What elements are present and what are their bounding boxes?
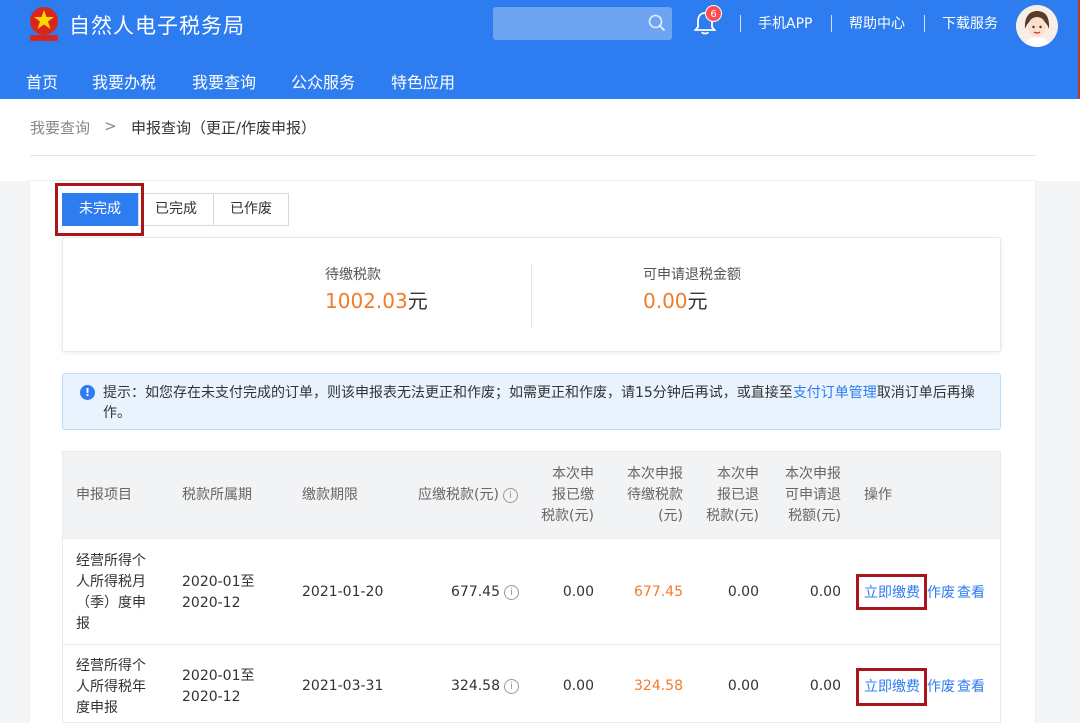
col-paid: 本次申 报已缴 税款(元) <box>541 466 594 524</box>
row-item: 经营所得个 人所得税年 度申报 <box>76 658 146 716</box>
col-refundable: 本次申报 可申请退 税额(元) <box>785 466 841 524</box>
row-deadline: 2021-01-20 <box>302 584 384 600</box>
info-icon[interactable]: i <box>502 488 518 503</box>
row-to-pay: 324.58 <box>634 678 683 694</box>
breadcrumb-parent[interactable]: 我要查询 <box>30 117 90 138</box>
col-deadline: 缴款期限 <box>302 487 358 503</box>
row-to-pay: 677.45 <box>634 584 683 600</box>
col-refunded: 本次申 报已退 税款(元) <box>706 466 759 524</box>
nav-special-apps[interactable]: 特色应用 <box>391 69 455 93</box>
highlight-box <box>856 574 927 610</box>
void-link[interactable]: 作废 <box>927 582 955 602</box>
breadcrumb: 我要查询 > 申报查询（更正/作废申报） <box>0 99 1080 181</box>
row-period: 2020-01至 2020-12 <box>182 574 255 611</box>
divider <box>30 155 1035 156</box>
user-avatar[interactable] <box>1016 5 1058 47</box>
pending-tax-amount: 1002.03元 <box>325 289 428 313</box>
search-input[interactable] <box>493 7 672 40</box>
void-link[interactable]: 作废 <box>927 676 955 696</box>
app-title[interactable]: 自然人电子税务局 <box>69 10 245 40</box>
row-payable: 324.58 i <box>418 676 519 697</box>
help-center-link[interactable]: 帮助中心 <box>849 13 905 33</box>
download-service-link[interactable]: 下载服务 <box>942 13 998 33</box>
nav-do-tax[interactable]: 我要办税 <box>92 69 156 93</box>
chevron-right-icon: > <box>104 117 117 135</box>
nav-query[interactable]: 我要查询 <box>192 69 257 106</box>
row-refunded: 0.00 <box>727 678 759 694</box>
header-divider <box>831 15 832 32</box>
tab-voided[interactable]: 已作废 <box>213 193 289 226</box>
payment-order-link[interactable]: 支付订单管理 <box>793 385 877 401</box>
summary-divider <box>531 263 532 328</box>
row-payable: 677.45 i <box>418 582 519 603</box>
col-item: 申报项目 <box>76 487 132 503</box>
page-title: 申报查询（更正/作废申报） <box>131 119 317 137</box>
nav-public-services[interactable]: 公众服务 <box>291 69 355 93</box>
refund-amount: 0.00元 <box>643 289 708 313</box>
user-avatar-icon <box>1016 5 1058 47</box>
table-header: 申报项目 税款所属期 缴款期限 应缴税款(元) i 本次申 报已缴 税款(元) 本次申… <box>63 452 1000 538</box>
tax-summary-card: 待缴税款 1002.03元 可申请退税金额 0.00元 <box>62 237 1001 352</box>
view-link[interactable]: 查看 <box>957 676 985 696</box>
row-paid: 0.00 <box>562 678 594 694</box>
notice-banner: ! 提示：如您存在未支付完成的订单，则该申报表无法更正和作废；如需更正和作废，请… <box>62 373 1001 430</box>
notification-badge: 6 <box>705 5 722 22</box>
tab-completed[interactable]: 已完成 <box>138 193 214 226</box>
col-payable: 应缴税款(元) i <box>418 485 518 506</box>
pending-tax-label: 待缴税款 <box>325 267 381 283</box>
row-deadline: 2021-03-31 <box>302 678 384 694</box>
highlight-box <box>55 183 144 236</box>
mobile-app-link[interactable]: 手机APP <box>758 13 812 33</box>
info-icon[interactable]: i <box>504 585 519 600</box>
row-paid: 0.00 <box>562 584 594 600</box>
row-refundable: 0.00 <box>809 678 841 694</box>
search-icon[interactable] <box>648 14 666 32</box>
info-icon: ! <box>80 385 95 400</box>
top-header: 自然人电子税务局 6 手机APP 帮助中心 下载服务 首页 我要办税 我要查询 … <box>0 0 1080 106</box>
info-icon[interactable]: i <box>504 679 519 694</box>
row-refunded: 0.00 <box>727 584 759 600</box>
col-operations: 操作 <box>864 487 892 503</box>
view-link[interactable]: 查看 <box>957 582 985 602</box>
col-to-pay: 本次申报 待缴税款 (元) <box>627 466 683 524</box>
row-item: 经营所得个 人所得税月 （季）度申报 <box>76 553 146 632</box>
header-divider <box>924 15 925 32</box>
highlight-box <box>856 668 927 706</box>
row-period: 2020-01至 2020-12 <box>182 668 255 705</box>
header-divider <box>740 15 741 32</box>
tax-emblem-icon[interactable] <box>26 4 62 44</box>
nav-home[interactable]: 首页 <box>26 69 58 93</box>
row-refundable: 0.00 <box>809 584 841 600</box>
notice-text: 提示：如您存在未支付完成的订单，则该申报表无法更正和作废；如需更正和作废，请15… <box>103 385 975 421</box>
col-period: 税款所属期 <box>182 487 252 503</box>
refund-amount-label: 可申请退税金额 <box>643 267 741 283</box>
